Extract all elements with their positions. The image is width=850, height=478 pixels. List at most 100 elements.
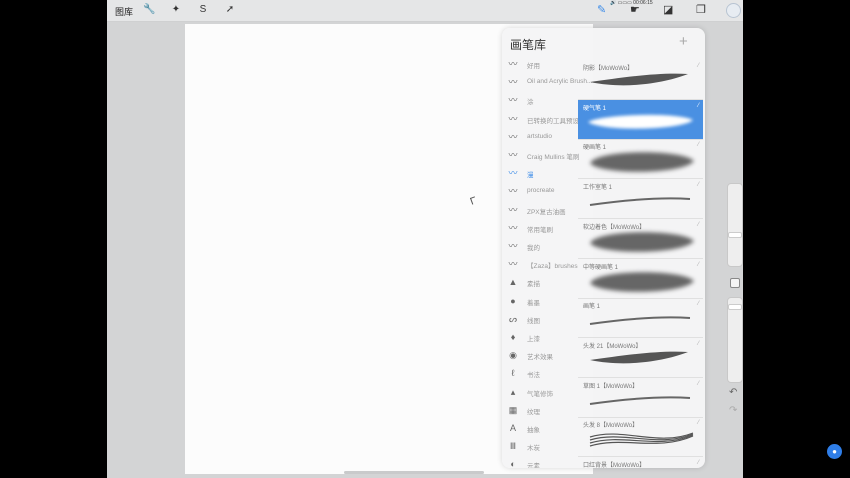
brush-edit-icon: ⁄ — [697, 340, 699, 347]
brush-set-item[interactable]: 〰 好用 — [502, 56, 582, 74]
brush-item[interactable]: 软边着色【MoWoWo】 ⁄ — [578, 219, 703, 259]
undo-icon[interactable]: ↶ — [729, 387, 737, 398]
smudge-icon[interactable]: ☛ — [630, 3, 640, 16]
brush-stroke-preview — [590, 351, 688, 364]
brush-stroke-preview — [588, 114, 693, 129]
brush-set-icon: 〰 — [508, 77, 518, 88]
brush-edit-icon: ⁄ — [697, 102, 699, 109]
brush-set-label: procreate — [527, 187, 555, 195]
brush-edit-icon: ⁄ — [697, 301, 699, 308]
brush-set-label: 素描 — [527, 281, 540, 289]
brush-name: 口红背景【MoWoWo】 — [583, 463, 646, 468]
brush-set-label: 常用笔刷 — [527, 226, 553, 234]
add-brush-set-button[interactable]: + — [679, 33, 688, 50]
brush-set-item[interactable]: ◉ 艺术效果 — [502, 347, 582, 365]
brush-set-item[interactable]: A 抽象 — [502, 420, 582, 438]
redo-icon[interactable]: ↷ — [729, 405, 737, 416]
brush-set-item[interactable]: 〰 artstudio — [502, 129, 582, 147]
brush-set-item[interactable]: ᔕ 线图 — [502, 311, 582, 329]
brush-item[interactable]: 阴影【MoWoWo】 ⁄ — [578, 60, 703, 100]
brush-set-item[interactable]: 〰 procreate — [502, 183, 582, 201]
wrench-icon[interactable]: 🔧 — [143, 4, 155, 16]
modify-button[interactable] — [730, 278, 740, 288]
brush-set-label: 涂 — [527, 99, 534, 107]
brush-set-label: ZPX复古油画 — [527, 208, 566, 216]
brush-set-icon: ♦ — [510, 332, 516, 342]
brush-set-label: 木炭 — [527, 445, 540, 453]
selection-icon[interactable]: S — [197, 4, 209, 16]
brush-set-item[interactable]: Ⅲ 木炭 — [502, 438, 582, 456]
brush-set-item[interactable]: 〰 已转换的工具预设 — [502, 111, 582, 129]
brush-item[interactable]: 口红背景【MoWoWo】 ⁄ — [578, 457, 703, 468]
brush-set-item[interactable]: 〰 Oil and Acrylic Brush... — [502, 74, 592, 92]
brush-set-item[interactable]: 〰漫 — [502, 165, 582, 183]
brush-set-item[interactable]: 〰 【Zaza】brushes — [502, 256, 582, 274]
brush-name: 工作室笔 1 — [583, 185, 613, 192]
brush-stroke-preview — [589, 396, 691, 405]
transform-icon[interactable]: ➚ — [224, 4, 236, 16]
chat-icon[interactable]: ● — [827, 444, 842, 459]
brush-set-icon: ◐ — [510, 459, 516, 468]
size-slider-thumb[interactable] — [728, 232, 742, 238]
gallery-button[interactable]: 图库 — [115, 5, 133, 18]
brush-set-label: 线图 — [527, 317, 540, 325]
brush-size-slider[interactable] — [727, 183, 743, 267]
brush-icon[interactable]: ✎ — [597, 3, 606, 16]
brush-set-label: 元素 — [527, 463, 540, 468]
brush-set-item[interactable]: 〰 ZPX复古油画 — [502, 202, 582, 220]
brush-set-item[interactable]: ◐ 元素 — [502, 456, 582, 468]
brush-set-item[interactable]: ℓ 书法 — [502, 365, 582, 383]
brush-stroke-preview — [590, 271, 694, 292]
brush-set-icon: A — [509, 423, 516, 433]
brush-name: 草图 1【MoWoWo】 — [583, 383, 639, 390]
brush-set-item[interactable]: ▲ 素描 — [502, 274, 582, 292]
brush-set-item[interactable]: ▴ 气笔修饰 — [502, 384, 582, 402]
brush-stroke-preview — [590, 73, 688, 86]
brush-set-icon: 〰 — [508, 113, 518, 124]
opacity-slider-thumb[interactable] — [728, 304, 742, 310]
layers-icon[interactable]: ❐ — [696, 3, 706, 16]
brush-item[interactable]: 头发 8【MoWoWo】 ⁄ — [578, 417, 703, 458]
brush-name: 画笔 1 — [583, 304, 601, 311]
brush-item[interactable]: 中等硬画笔 1 ⁄ — [578, 259, 703, 299]
brush-item[interactable]: 工作室笔 1 ⁄ — [578, 179, 703, 220]
brush-set-item[interactable]: 〰 常用笔刷 — [502, 220, 582, 238]
top-toolbar: 图库 🔧 ✦ S ➚ 🔊 ▭▭▭ 00:06:15 ✎ ☛ ◪ ❐ — [107, 0, 743, 22]
brush-set-label: Craig Mullins 笔刷 — [527, 154, 580, 161]
opacity-slider[interactable] — [727, 297, 743, 383]
brush-name: 头发 21【MoWoWo】 — [583, 343, 642, 350]
brush-item[interactable]: 硬气笔 1 ⁄ — [578, 99, 703, 140]
brush-name: 硬画笔 1 — [583, 145, 607, 152]
brush-set-item[interactable]: ▦ 纹理 — [502, 402, 582, 420]
brush-set-label: 气笔修饰 — [527, 390, 553, 398]
brush-edit-icon: ⁄ — [697, 261, 699, 268]
brush-set-icon: 〰 — [508, 150, 518, 160]
brush-set-item[interactable]: ♦ 上漆 — [502, 329, 582, 347]
brush-set-icon: 〰 — [508, 168, 518, 179]
brush-set-icon: ℓ — [511, 368, 515, 379]
brush-name: 硬气笔 1 — [583, 105, 607, 112]
brush-stroke-preview — [589, 197, 691, 207]
color-picker-button[interactable] — [726, 3, 741, 18]
brush-set-icon: 〰 — [508, 222, 518, 233]
brush-set-label: 书法 — [527, 372, 540, 380]
brush-set-label: artstudio — [527, 132, 552, 140]
brush-set-label: 漫 — [527, 172, 534, 180]
brush-item[interactable]: 画笔 1 ⁄ — [578, 298, 703, 339]
brush-set-icon: 〰 — [508, 59, 518, 69]
brush-item[interactable]: 头发 21【MoWoWo】 ⁄ — [578, 338, 703, 378]
brush-item[interactable]: 硬画笔 1 ⁄ — [578, 139, 703, 180]
brush-set-label: 上漆 — [527, 336, 540, 343]
brush-set-icon: 〰 — [508, 186, 518, 197]
magic-wand-icon[interactable]: ✦ — [170, 4, 182, 16]
brush-set-icon: 〰 — [508, 241, 518, 251]
brush-set-item[interactable]: 〰 Craig Mullins 笔刷 — [502, 147, 582, 165]
brush-set-icon: 〰 — [508, 259, 518, 270]
brush-item[interactable]: 草图 1【MoWoWo】 ⁄ — [578, 378, 703, 418]
brush-set-item[interactable]: 〰 我的 — [502, 238, 582, 256]
brush-set-label: 艺术效果 — [527, 354, 553, 362]
brush-library-panel: 画笔库 + 〰好用〰 Oil and Acrylic Brush... 〰涂〰已转换… — [502, 28, 705, 468]
brush-set-item[interactable]: ● 着墨 — [502, 293, 582, 311]
brush-set-item[interactable]: 〰涂 — [502, 92, 582, 110]
eraser-icon[interactable]: ◪ — [663, 3, 673, 16]
